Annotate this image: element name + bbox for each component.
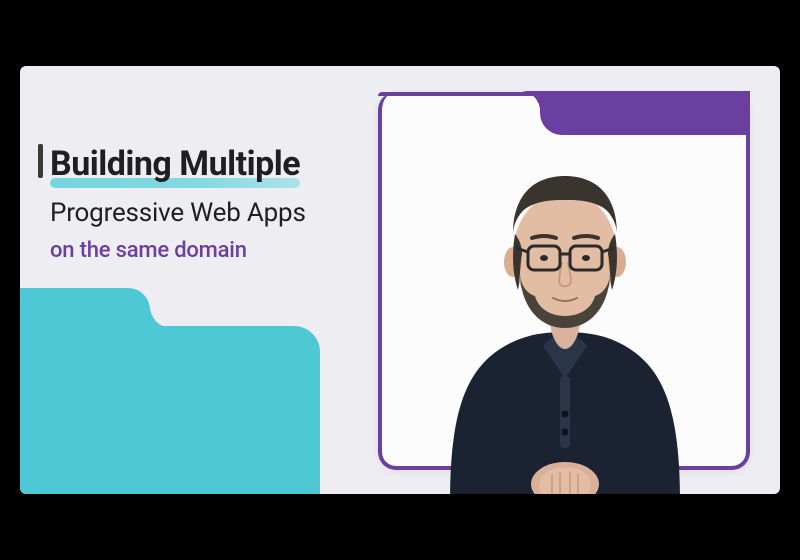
teal-corner-shape [20,326,320,494]
title-line-3: on the same domain [50,238,306,263]
title-line-1-text: Building Multiple [50,144,300,184]
title-line-1: Building Multiple [50,144,300,184]
title-accent-bar [38,144,43,178]
title-block: Building Multiple Progressive Web Apps o… [50,144,306,263]
window-top-border [378,92,546,96]
presenter-photo [410,114,720,494]
video-thumbnail[interactable]: Building Multiple Progressive Web Apps o… [0,0,800,560]
content-frame: Building Multiple Progressive Web Apps o… [20,66,780,494]
letterbox-bottom [0,494,800,560]
teal-tab-shape [20,288,150,328]
letterbox-top [0,0,800,66]
presenter-svg [410,114,720,494]
title-line-2: Progressive Web Apps [50,198,306,228]
